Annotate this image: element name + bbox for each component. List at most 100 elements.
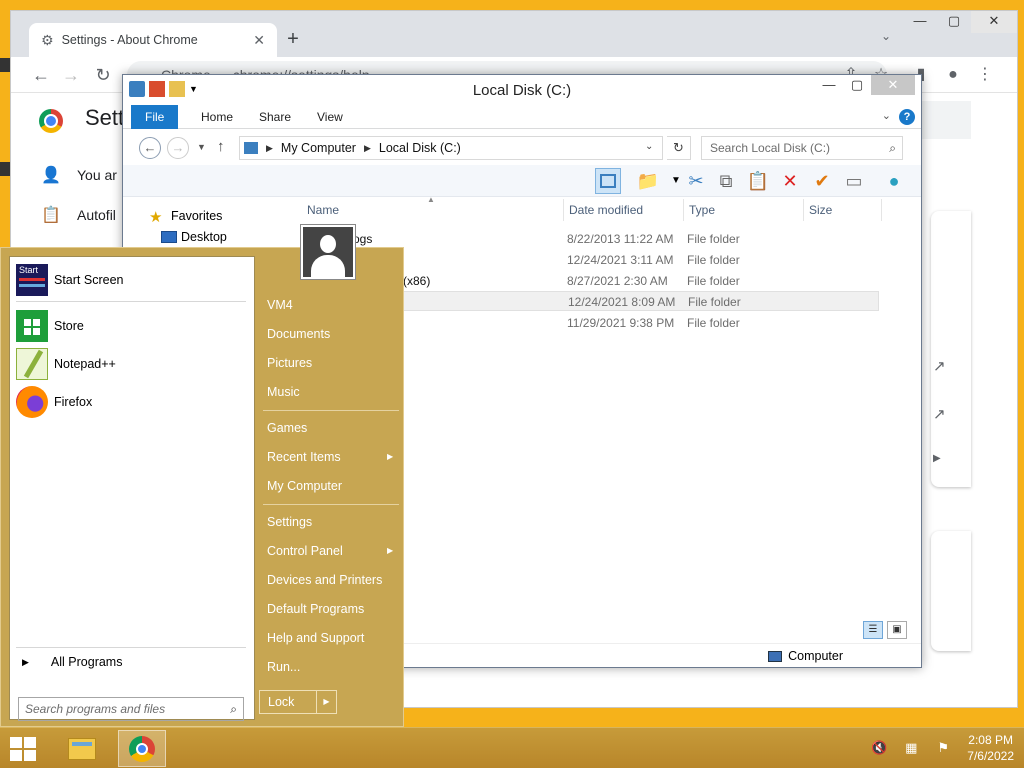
nav-favorites[interactable]: Favorites (171, 209, 222, 223)
column-divider[interactable] (881, 199, 882, 221)
tab-share[interactable]: Share (245, 105, 305, 129)
taskbar-file-explorer-icon[interactable] (58, 730, 106, 767)
column-divider[interactable] (803, 199, 804, 221)
start-right-settings[interactable]: Settings (267, 515, 312, 529)
start-search-input[interactable]: Search programs and files ⌕ (18, 697, 244, 721)
lock-options-caret-icon[interactable]: ▶ (316, 691, 336, 713)
external-link-icon[interactable]: ↗ (933, 357, 951, 375)
maximize-button[interactable]: ▢ (843, 75, 871, 95)
table-row[interactable]: ogs 8/22/2013 11:22 AM File folder (297, 229, 879, 249)
start-right-music[interactable]: Music (267, 385, 300, 399)
start-right-documents[interactable]: Documents (267, 327, 330, 341)
status-location: Computer (768, 649, 843, 663)
close-button[interactable]: ✕ (971, 11, 1017, 33)
start-item-firefox[interactable]: Firefox (16, 385, 92, 419)
clock[interactable]: 2:08 PM 7/6/2022 (967, 732, 1014, 764)
breadcrumb-local-disk[interactable]: Local Disk (C:) (379, 141, 461, 155)
copy-icon[interactable]: ⧉ (713, 168, 739, 194)
start-menu: Start Start Screen Store Notepad++ Firef… (0, 247, 404, 727)
minimize-button[interactable]: — (815, 75, 843, 95)
search-input[interactable]: Search Local Disk (C:) ⌕ (701, 136, 903, 160)
chevron-right-icon[interactable]: ▶ (933, 453, 951, 471)
large-icons-view-icon[interactable]: ▣ (887, 621, 907, 639)
start-right-default-programs[interactable]: Default Programs (267, 602, 364, 616)
back-arrow-icon[interactable]: ← (139, 137, 161, 159)
breadcrumb-my-computer[interactable]: My Computer (281, 141, 356, 155)
column-header-date-modified[interactable]: Date modified (569, 199, 643, 221)
person-icon: 👤 (41, 167, 61, 184)
network-icon[interactable]: ▦ (903, 740, 919, 756)
network-globe-icon[interactable]: ● (881, 168, 907, 194)
rename-icon[interactable]: ▭ (841, 168, 867, 194)
details-view-icon[interactable]: ☰ (863, 621, 883, 639)
tab-view[interactable]: View (303, 105, 357, 129)
column-divider[interactable] (683, 199, 684, 221)
file-date: 12/24/2021 8:09 AM (568, 295, 676, 309)
speaker-muted-icon[interactable]: 🔇 (871, 740, 887, 756)
maximize-button[interactable]: ▢ (937, 11, 971, 33)
nav-desktop[interactable]: Desktop (181, 230, 227, 244)
tab-search-chevron-down-icon[interactable]: ⌄ (881, 29, 891, 43)
sidebar-item-autofill[interactable]: 📋 Autofil (41, 205, 116, 225)
column-divider[interactable] (563, 199, 564, 221)
start-item-label: Firefox (54, 395, 93, 409)
sort-caret-up-icon: ▲ (427, 195, 435, 204)
refresh-icon[interactable]: ↻ (667, 136, 691, 160)
file-date: 8/22/2013 11:22 AM (567, 232, 674, 246)
preview-pane-icon[interactable] (595, 168, 621, 194)
external-link-icon[interactable]: ↗ (933, 405, 951, 423)
start-right-recent-items[interactable]: Recent Items ▶ (267, 450, 397, 464)
recent-locations-chevron-icon[interactable]: ▼ (197, 142, 206, 152)
start-right-help-and-support[interactable]: Help and Support (267, 631, 364, 645)
tab-file[interactable]: File (131, 105, 179, 129)
start-right-games[interactable]: Games (267, 421, 307, 435)
all-programs-button[interactable]: ▶ All Programs (22, 655, 122, 669)
column-header-size[interactable]: Size (809, 199, 832, 221)
cut-icon[interactable]: ✂ (683, 168, 709, 194)
column-header-name[interactable]: Name (307, 199, 339, 221)
tab-settings-about-chrome[interactable]: ⚙ Settings - About Chrome ✕ (29, 23, 277, 57)
start-menu-programs-pane: Start Start Screen Store Notepad++ Firef… (9, 256, 255, 721)
avatar[interactable] (300, 224, 356, 280)
start-right-my-computer[interactable]: My Computer (267, 479, 342, 493)
tab-close-icon[interactable]: ✕ (253, 32, 265, 49)
desktop-icon (161, 231, 177, 243)
check-icon[interactable]: ✔ (809, 168, 835, 194)
start-right-label: Control Panel (267, 544, 343, 558)
help-icon[interactable]: ? (899, 109, 915, 125)
sidebar-item-you-and-google[interactable]: 👤 You ar (41, 165, 117, 185)
start-right-run[interactable]: Run... (267, 660, 300, 674)
divider (263, 410, 399, 411)
start-right-vm4[interactable]: VM4 (267, 298, 293, 312)
forward-arrow-icon[interactable]: → (167, 137, 189, 159)
computer-icon (244, 142, 258, 154)
column-header-type[interactable]: Type (689, 199, 715, 221)
start-right-control-panel[interactable]: Control Panel ▶ (267, 544, 397, 558)
profile-avatar-icon[interactable]: ● (941, 63, 965, 87)
paste-icon[interactable]: 📋 (745, 168, 771, 194)
menu-dots-icon[interactable]: ⋮ (973, 63, 997, 87)
start-right-devices-and-printers[interactable]: Devices and Printers (267, 573, 382, 587)
address-bar[interactable]: ▶ My Computer ▶ Local Disk (C:) (239, 136, 663, 160)
desktop-icon-fragment (0, 162, 10, 176)
forward-arrow-icon[interactable]: → (59, 63, 83, 87)
start-button-windows-icon[interactable] (10, 737, 36, 761)
start-item-notepadpp[interactable]: Notepad++ (16, 347, 116, 381)
action-center-flag-icon[interactable]: ⚑ (935, 740, 951, 756)
folder-options-icon[interactable]: 📁 (635, 168, 661, 194)
start-right-pictures[interactable]: Pictures (267, 356, 312, 370)
reload-icon[interactable]: ↻ (91, 63, 115, 87)
taskbar-chrome-icon[interactable] (118, 730, 166, 767)
close-button[interactable]: ✕ (871, 75, 915, 95)
address-dropdown-chevron-icon[interactable]: ⌄ (645, 141, 653, 152)
start-item-start-screen[interactable]: Start Start Screen (16, 263, 123, 297)
start-item-store[interactable]: Store (16, 309, 84, 343)
new-tab-button[interactable]: + (279, 25, 307, 53)
tab-home[interactable]: Home (187, 105, 247, 129)
back-arrow-icon[interactable]: ← (29, 63, 53, 87)
minimize-button[interactable]: — (903, 11, 937, 33)
up-arrow-icon[interactable]: ↑ (217, 138, 225, 155)
lock-button[interactable]: Lock ▶ (259, 690, 337, 714)
delete-icon[interactable]: ✕ (777, 168, 803, 194)
ribbon-expand-chevron-icon[interactable]: ⌄ (882, 109, 891, 122)
